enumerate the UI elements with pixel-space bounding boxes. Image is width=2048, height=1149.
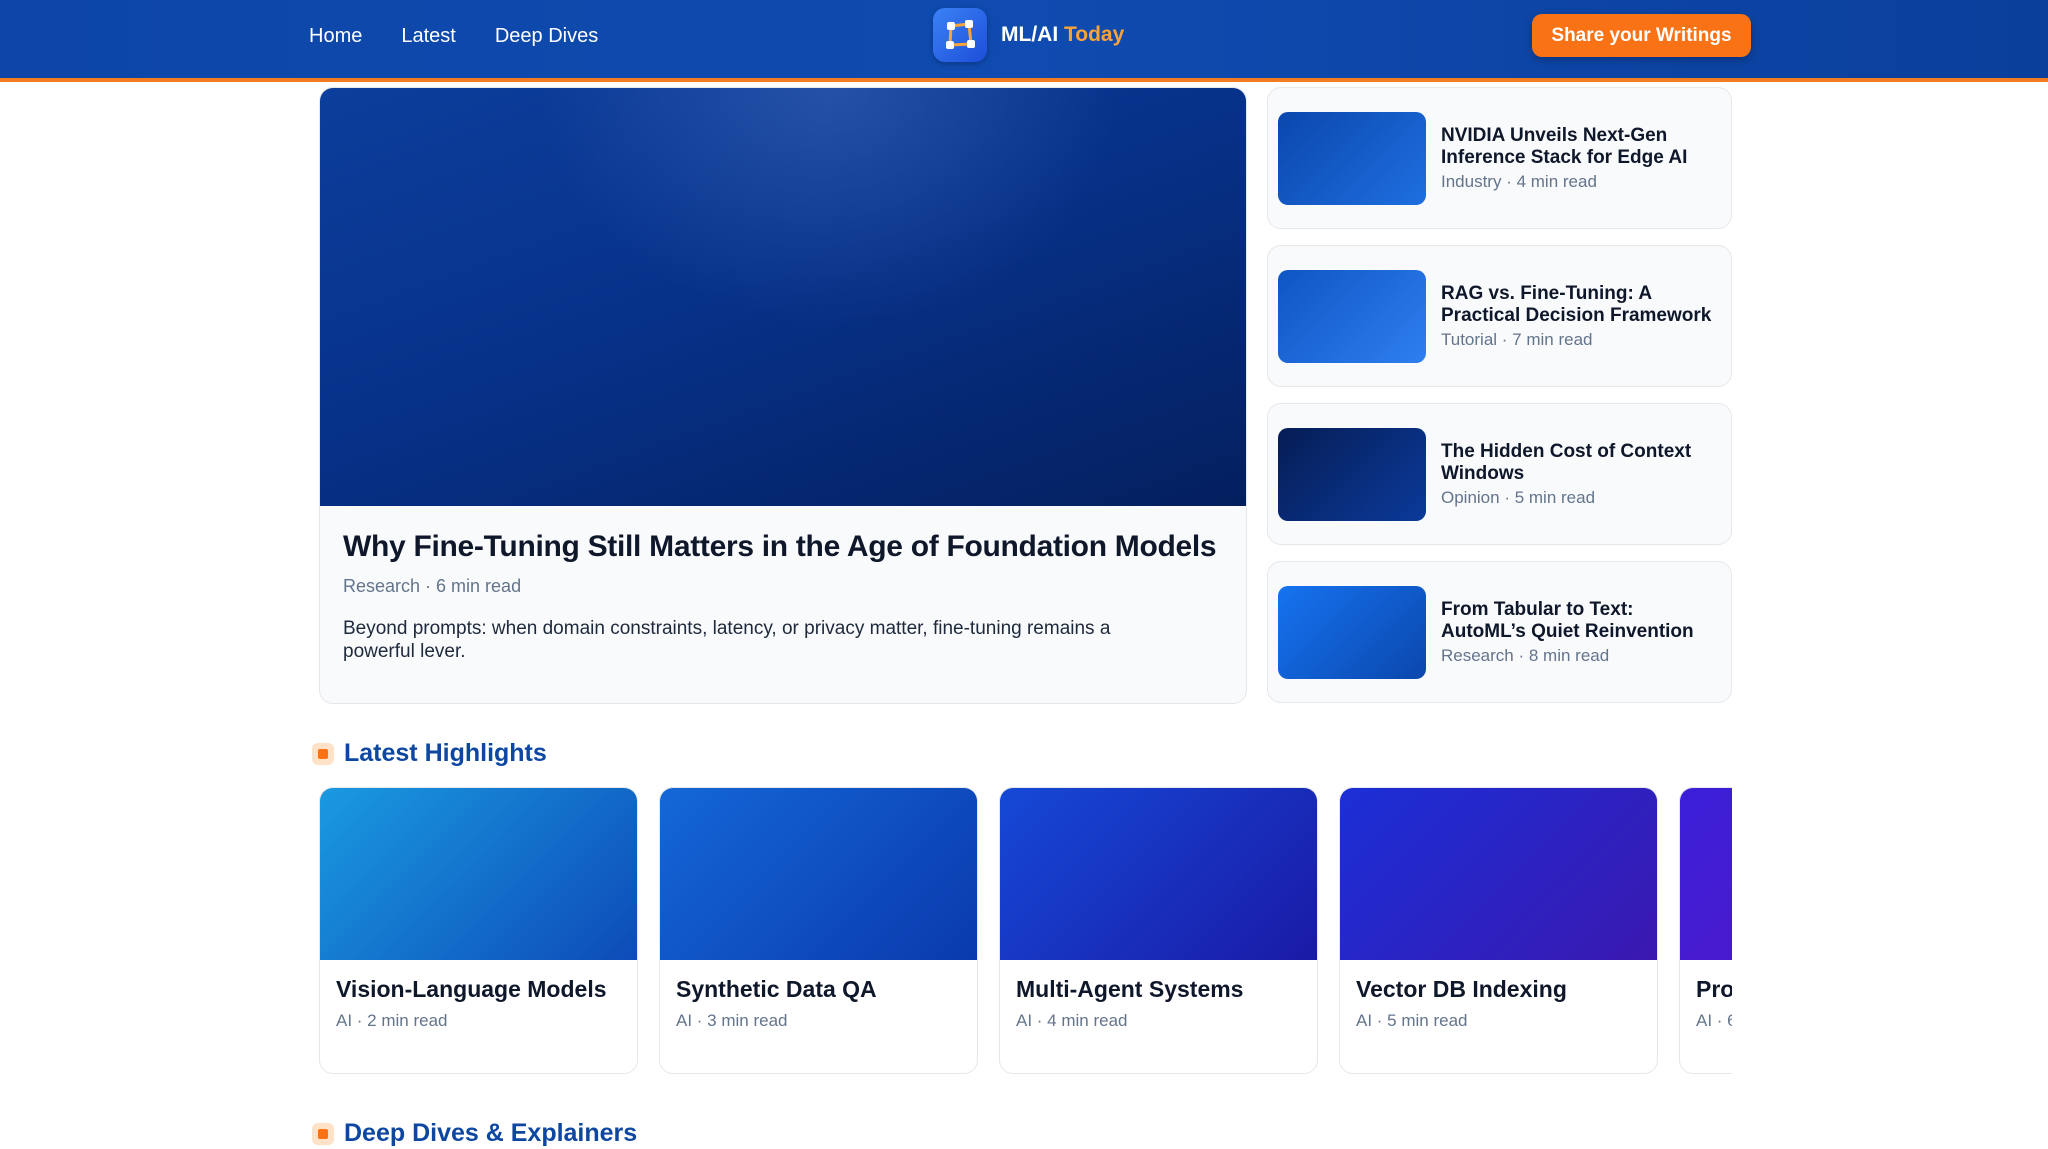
featured-article-card[interactable]: Why Fine-Tuning Still Matters in the Age… bbox=[319, 87, 1247, 704]
side-article-thumbnail bbox=[1278, 586, 1426, 679]
side-article-meta: Industry · 4 min read bbox=[1441, 171, 1597, 191]
brand-name-accent: Today bbox=[1064, 23, 1125, 46]
highlight-card[interactable]: Synthetic Data QA AI · 3 min read bbox=[659, 787, 978, 1074]
highlight-title: Multi-Agent Systems bbox=[1016, 976, 1244, 1002]
highlight-title: Vision-Language Models bbox=[336, 976, 607, 1002]
side-article-title: RAG vs. Fine-Tuning: A Practical Decisio… bbox=[1441, 282, 1712, 326]
highlight-meta: AI · 2 min read bbox=[336, 1011, 448, 1030]
share-writings-button[interactable]: Share your Writings bbox=[1532, 14, 1751, 57]
side-article-thumbnail bbox=[1278, 270, 1426, 363]
featured-article-image bbox=[320, 88, 1246, 506]
highlight-image bbox=[660, 788, 977, 960]
top-navbar: Home Latest Deep Dives ML/AI Today Share… bbox=[0, 0, 2048, 82]
section-bullet-icon bbox=[312, 742, 334, 765]
brand-name-main: ML/AI bbox=[1001, 23, 1059, 46]
featured-article-description: Beyond prompts: when domain constraints,… bbox=[343, 618, 1111, 662]
main-nav: Home Latest Deep Dives bbox=[309, 22, 598, 50]
side-article-card[interactable]: The Hidden Cost of Context Windows Opini… bbox=[1267, 403, 1732, 545]
featured-article-body: Why Fine-Tuning Still Matters in the Age… bbox=[320, 506, 1246, 685]
highlight-image bbox=[1680, 788, 1732, 960]
deep-dives-heading: Deep Dives & Explainers bbox=[312, 1119, 637, 1148]
featured-article-title[interactable]: Why Fine-Tuning Still Matters in the Age… bbox=[343, 528, 1223, 566]
highlight-title: Vector DB Indexing bbox=[1356, 976, 1567, 1002]
highlight-title: Pro bbox=[1696, 976, 1732, 1002]
side-article-thumbnail bbox=[1278, 428, 1426, 521]
highlight-card[interactable]: Vision-Language Models AI · 2 min read bbox=[319, 787, 638, 1074]
nav-home-link[interactable]: Home bbox=[309, 22, 362, 50]
featured-article-meta: Research · 6 min read bbox=[343, 576, 522, 596]
side-article-title: NVIDIA Unveils Next-Gen Inference Stack … bbox=[1441, 124, 1688, 168]
side-article-meta: Research · 8 min read bbox=[1441, 645, 1610, 665]
side-article-thumbnail bbox=[1278, 112, 1426, 205]
nav-latest-link[interactable]: Latest bbox=[401, 22, 455, 50]
highlight-card[interactable]: Pro AI · 6 bbox=[1679, 787, 1732, 1074]
side-article-meta: Tutorial · 7 min read bbox=[1441, 329, 1593, 349]
vector-nodes-icon bbox=[933, 8, 987, 62]
highlight-meta: AI · 3 min read bbox=[676, 1011, 788, 1030]
highlight-card[interactable]: Vector DB Indexing AI · 5 min read bbox=[1339, 787, 1658, 1074]
highlight-title: Synthetic Data QA bbox=[676, 976, 877, 1002]
brand-logo-link[interactable]: ML/AI Today bbox=[933, 8, 1124, 62]
side-article-meta: Opinion · 5 min read bbox=[1441, 487, 1596, 507]
latest-highlights-heading: Latest Highlights bbox=[312, 739, 547, 768]
highlight-card[interactable]: Multi-Agent Systems AI · 4 min read bbox=[999, 787, 1318, 1074]
side-article-card[interactable]: From Tabular to Text: AutoML’s Quiet Rei… bbox=[1267, 561, 1732, 703]
highlight-image bbox=[320, 788, 637, 960]
section-title: Deep Dives & Explainers bbox=[344, 1119, 638, 1147]
nav-deep-dives-link[interactable]: Deep Dives bbox=[495, 22, 598, 50]
side-article-card[interactable]: NVIDIA Unveils Next-Gen Inference Stack … bbox=[1267, 87, 1732, 229]
highlight-image bbox=[1340, 788, 1657, 960]
highlight-image bbox=[1000, 788, 1317, 960]
side-article-card[interactable]: RAG vs. Fine-Tuning: A Practical Decisio… bbox=[1267, 245, 1732, 387]
brand-name: ML/AI Today bbox=[1001, 23, 1124, 47]
highlight-meta: AI · 5 min read bbox=[1356, 1011, 1468, 1030]
section-title: Latest Highlights bbox=[344, 739, 547, 767]
side-article-title: From Tabular to Text: AutoML’s Quiet Rei… bbox=[1441, 598, 1694, 642]
highlights-carousel[interactable]: Vision-Language Models AI · 2 min read S… bbox=[319, 787, 1732, 1074]
highlight-meta: AI · 6 bbox=[1696, 1011, 1732, 1030]
side-article-title: The Hidden Cost of Context Windows bbox=[1441, 440, 1692, 484]
highlight-meta: AI · 4 min read bbox=[1016, 1011, 1128, 1030]
section-bullet-icon bbox=[312, 1122, 334, 1145]
